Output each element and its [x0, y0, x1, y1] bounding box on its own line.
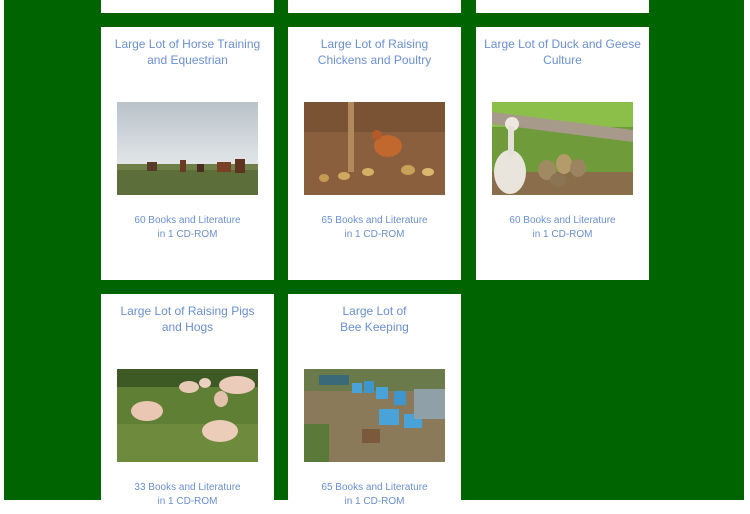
product-description[interactable]: 65 Books and Literature in 1 CD-ROM [288, 214, 461, 242]
pigs-in-pasture-photo[interactable] [117, 369, 258, 462]
product-title[interactable]: Large Lot of Raising Pigs and Hogs [109, 304, 266, 335]
product-card-chickens[interactable]: Large Lot of Raising Chickens and Poultr… [288, 27, 461, 280]
beehives-photo[interactable] [304, 369, 445, 462]
product-title[interactable]: Large Lot of Raising Chickens and Poultr… [296, 37, 453, 68]
product-card-pigs[interactable]: Large Lot of Raising Pigs and Hogs 33 Bo… [101, 294, 274, 514]
goose-and-ducklings-photo[interactable] [492, 102, 633, 195]
product-card-bee-keeping[interactable]: Large Lot of Bee Keeping 65 Books and Li… [288, 294, 461, 514]
product-description[interactable]: 33 Books and Literature in 1 CD-ROM [101, 481, 274, 509]
product-card-partial[interactable] [288, 0, 461, 13]
horses-in-field-photo[interactable] [117, 102, 258, 195]
product-card-duck-geese[interactable]: Large Lot of Duck and Geese Culture 60 B… [476, 27, 649, 280]
product-title[interactable]: Large Lot of Duck and Geese Culture [484, 37, 641, 68]
product-description[interactable]: 60 Books and Literature in 1 CD-ROM [101, 214, 274, 242]
product-title[interactable]: Large Lot of Horse Training and Equestri… [109, 37, 266, 68]
product-card-partial[interactable] [476, 0, 649, 13]
product-card-partial[interactable] [101, 0, 274, 13]
product-card-horse[interactable]: Large Lot of Horse Training and Equestri… [101, 27, 274, 280]
product-description[interactable]: 60 Books and Literature in 1 CD-ROM [476, 214, 649, 242]
chickens-photo[interactable] [304, 102, 445, 195]
product-title[interactable]: Large Lot of Bee Keeping [296, 304, 453, 335]
product-description[interactable]: 65 Books and Literature in 1 CD-ROM [288, 481, 461, 509]
